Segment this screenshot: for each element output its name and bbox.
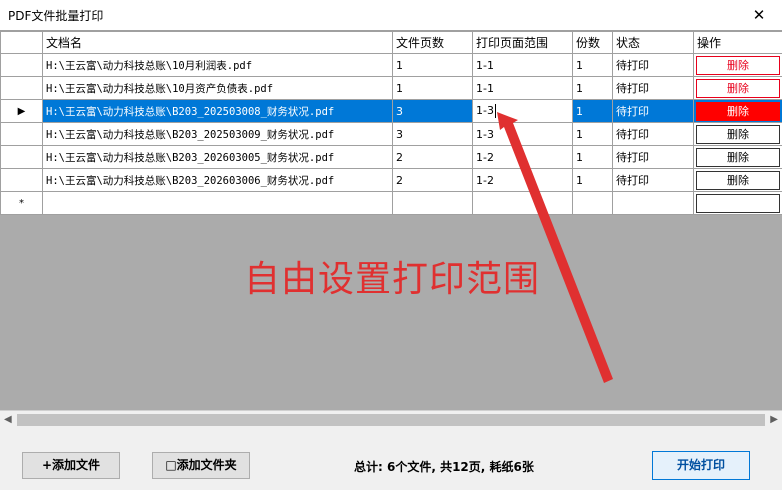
cell-action: 删除 <box>693 122 782 146</box>
delete-button[interactable]: 删除 <box>696 147 780 167</box>
title-bar: PDF文件批量打印 ✕ <box>0 0 782 30</box>
row-header[interactable] <box>0 145 43 169</box>
column-header-copies[interactable]: 份数 <box>572 31 613 54</box>
delete-button-empty[interactable] <box>696 193 780 213</box>
cell-name[interactable]: H:\王云富\动力科技总账\B203_202503009_财务状况.pdf <box>42 122 393 146</box>
cell-name[interactable]: H:\王云富\动力科技总账\B203_202603006_财务状况.pdf <box>42 168 393 192</box>
cell-range[interactable] <box>472 191 573 215</box>
table-row[interactable]: H:\王云富\动力科技总账\10月利润表.pdf 1 1-1 1 待打印 删除 <box>0 53 782 77</box>
cell-status[interactable]: 待打印 <box>612 99 694 123</box>
cell-range-editing[interactable]: 1-3 <box>472 99 573 123</box>
table-row[interactable]: H:\王云富\动力科技总账\B203_202603006_财务状况.pdf 2 … <box>0 168 782 192</box>
cell-name[interactable] <box>42 191 393 215</box>
cell-copies[interactable]: 1 <box>572 99 613 123</box>
row-header-corner <box>0 31 43 54</box>
app-window: PDF文件批量打印 ✕ 文档名 文件页数 打印页面范围 份数 状态 操作 H:\… <box>0 0 782 490</box>
file-grid[interactable]: 文档名 文件页数 打印页面范围 份数 状态 操作 H:\王云富\动力科技总账\1… <box>0 30 782 428</box>
summary-text: 总计: 6个文件, 共12页, 耗纸6张 <box>354 460 534 474</box>
cell-action: 删除 <box>693 168 782 192</box>
cell-copies[interactable]: 1 <box>572 168 613 192</box>
cell-status[interactable]: 待打印 <box>612 145 694 169</box>
cell-pages[interactable]: 2 <box>392 145 473 169</box>
row-header[interactable] <box>0 53 43 77</box>
scroll-right-icon[interactable]: ▶ <box>770 414 778 425</box>
cell-copies[interactable]: 1 <box>572 76 613 100</box>
cell-name[interactable]: H:\王云富\动力科技总账\B203_202603005_财务状况.pdf <box>42 145 393 169</box>
cell-range[interactable]: 1-2 <box>472 145 573 169</box>
column-header-range[interactable]: 打印页面范围 <box>472 31 573 54</box>
table-row[interactable]: H:\王云富\动力科技总账\B203_202603005_财务状况.pdf 2 … <box>0 145 782 169</box>
cell-status[interactable]: 待打印 <box>612 122 694 146</box>
delete-button[interactable]: 删除 <box>696 78 780 98</box>
cell-status[interactable]: 待打印 <box>612 53 694 77</box>
table-row[interactable]: H:\王云富\动力科技总账\10月资产负债表.pdf 1 1-1 1 待打印 删… <box>0 76 782 100</box>
cell-action: 删除 <box>693 53 782 77</box>
horizontal-scrollbar[interactable]: ◀ ▶ <box>0 410 782 428</box>
cell-range[interactable]: 1-1 <box>472 53 573 77</box>
delete-button[interactable]: 删除 <box>696 170 780 190</box>
cell-name[interactable]: H:\王云富\动力科技总账\B203_202503008_财务状况.pdf <box>42 99 393 123</box>
scroll-left-icon[interactable]: ◀ <box>4 414 12 425</box>
column-header-name[interactable]: 文档名 <box>42 31 393 54</box>
annotation-text: 自由设置打印范围 <box>244 259 541 300</box>
column-header-pages[interactable]: 文件页数 <box>392 31 473 54</box>
delete-button[interactable]: 删除 <box>696 124 780 144</box>
cell-copies[interactable]: 1 <box>572 145 613 169</box>
cell-range[interactable]: 1-3 <box>472 122 573 146</box>
cell-name[interactable]: H:\王云富\动力科技总账\10月资产负债表.pdf <box>42 76 393 100</box>
row-header[interactable] <box>0 122 43 146</box>
cell-copies[interactable]: 1 <box>572 122 613 146</box>
cell-pages[interactable]: 3 <box>392 99 473 123</box>
cell-status[interactable]: 待打印 <box>612 168 694 192</box>
cell-pages[interactable]: 1 <box>392 76 473 100</box>
column-header-action[interactable]: 操作 <box>693 31 782 54</box>
cell-action: 删除 <box>693 99 782 123</box>
cell-status[interactable] <box>612 191 694 215</box>
cell-pages[interactable]: 3 <box>392 122 473 146</box>
cell-pages[interactable]: 2 <box>392 168 473 192</box>
cell-range[interactable]: 1-2 <box>472 168 573 192</box>
cell-copies[interactable] <box>572 191 613 215</box>
add-file-button[interactable]: +添加文件 <box>22 452 120 479</box>
cell-action <box>693 191 782 215</box>
file-table: 文档名 文件页数 打印页面范围 份数 状态 操作 H:\王云富\动力科技总账\1… <box>0 31 782 215</box>
range-edit-value[interactable]: 1-3 <box>476 104 494 117</box>
window-title: PDF文件批量打印 <box>8 9 104 23</box>
current-row-indicator[interactable]: ▶ <box>0 99 43 123</box>
cell-range[interactable]: 1-1 <box>472 76 573 100</box>
cell-action: 删除 <box>693 145 782 169</box>
cell-copies[interactable]: 1 <box>572 53 613 77</box>
row-header[interactable] <box>0 168 43 192</box>
footer-bar: +添加文件 □添加文件夹 总计: 6个文件, 共12页, 耗纸6张 开始打印 <box>0 428 782 490</box>
cell-pages[interactable] <box>392 191 473 215</box>
cell-action: 删除 <box>693 76 782 100</box>
start-print-button[interactable]: 开始打印 <box>652 451 750 480</box>
close-icon[interactable]: ✕ <box>736 0 782 30</box>
header-row: 文档名 文件页数 打印页面范围 份数 状态 操作 <box>0 31 782 54</box>
delete-button[interactable]: 删除 <box>696 101 780 121</box>
delete-button[interactable]: 删除 <box>696 55 780 75</box>
table-row-selected[interactable]: ▶ H:\王云富\动力科技总账\B203_202503008_财务状况.pdf … <box>0 99 782 123</box>
column-header-status[interactable]: 状态 <box>612 31 694 54</box>
row-header[interactable] <box>0 76 43 100</box>
table-row[interactable]: H:\王云富\动力科技总账\B203_202503009_财务状况.pdf 3 … <box>0 122 782 146</box>
add-folder-button[interactable]: □添加文件夹 <box>152 452 250 479</box>
cell-pages[interactable]: 1 <box>392 53 473 77</box>
scrollbar-thumb[interactable] <box>17 414 765 426</box>
text-caret <box>494 104 496 118</box>
cell-name[interactable]: H:\王云富\动力科技总账\10月利润表.pdf <box>42 53 393 77</box>
new-row[interactable]: * <box>0 191 782 215</box>
new-row-indicator[interactable]: * <box>0 191 43 215</box>
cell-status[interactable]: 待打印 <box>612 76 694 100</box>
